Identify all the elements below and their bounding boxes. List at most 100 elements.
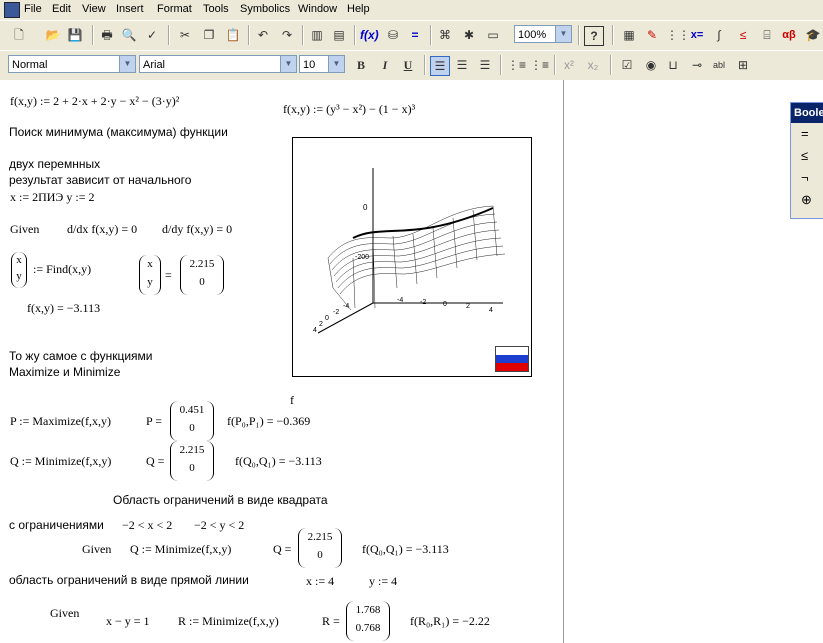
xy-result-vector[interactable]: 2.215 0	[180, 255, 224, 295]
bullets-icon[interactable]: ⋮≡	[507, 56, 526, 74]
function-definition-2[interactable]: f(x,y) := (y³ − x²) − (1 − x)³	[283, 102, 415, 117]
boolean-icon[interactable]: ≤	[734, 26, 752, 44]
zoom-select[interactable]: 100% ▼	[514, 25, 572, 43]
f-at-p[interactable]: f(P₀,P₁) = −0.369	[227, 414, 310, 429]
align-center-icon[interactable]: ☰	[453, 56, 471, 74]
redo-icon[interactable]: ↷	[278, 26, 296, 44]
find-lhs-vector[interactable]: xy	[11, 252, 27, 288]
xy-vector[interactable]: xy	[139, 255, 161, 295]
given-keyword[interactable]: Given	[82, 542, 111, 557]
find-call[interactable]: := Find(x,y)	[33, 262, 91, 277]
surface-plot[interactable]: 0 -200 -4 -2 0 2 4 -4 -2 0 2 4	[292, 137, 532, 377]
menu-format[interactable]: Format	[157, 3, 192, 15]
calculus-icon[interactable]: ∫	[710, 26, 728, 44]
numbering-icon[interactable]: ⋮≡	[530, 56, 549, 74]
copy-icon[interactable]: ❐	[200, 26, 218, 44]
y-assign[interactable]: y := 4	[369, 574, 397, 589]
component-icon[interactable]: ⌘	[436, 26, 454, 44]
align-left-icon[interactable]: ☰	[430, 56, 450, 76]
graph-icon[interactable]: ✎	[643, 26, 661, 44]
superscript-icon[interactable]: x²	[560, 56, 578, 74]
r-minimize[interactable]: R := Minimize(f,x,y)	[178, 614, 279, 629]
equal-button[interactable]: =	[791, 123, 823, 145]
insert-unit-icon[interactable]: ⛁	[384, 26, 402, 44]
style-select[interactable]: Normal ▼	[8, 55, 136, 73]
print-icon[interactable]: 🖶	[98, 26, 116, 44]
boolean-palette[interactable]: Boolean = ≤ ¬ ⊕	[790, 102, 823, 219]
programming-icon[interactable]: ⌸	[758, 26, 776, 44]
not-button[interactable]: ¬	[791, 167, 823, 189]
given-keyword[interactable]: Given	[10, 222, 39, 237]
undo-icon[interactable]: ↶	[254, 26, 272, 44]
menu-insert[interactable]: Insert	[116, 3, 144, 15]
q-result-vector[interactable]: 2.215 0	[170, 441, 214, 481]
italic-button[interactable]: I	[376, 56, 394, 74]
derivative-x[interactable]: d/dx f(x,y) = 0	[67, 222, 137, 237]
align-down-icon[interactable]: ▤	[330, 26, 348, 44]
align-right-icon[interactable]: ☰	[476, 56, 494, 74]
open-icon[interactable]: 📂	[44, 26, 62, 44]
label-control-icon[interactable]: abl	[710, 56, 728, 74]
align-icon[interactable]: ▥	[308, 26, 326, 44]
p-result-vector[interactable]: 0.451 0	[170, 401, 214, 441]
underline-button[interactable]: U	[399, 56, 417, 74]
save-icon[interactable]: 💾	[66, 26, 84, 44]
constraint-x[interactable]: −2 < x < 2	[122, 518, 172, 533]
text-region[interactable]: То жу самое с функциями	[9, 349, 152, 363]
calculator-icon[interactable]: ▦	[620, 26, 638, 44]
text-region[interactable]: область ограничений в виде прямой линии	[9, 573, 249, 587]
text-region[interactable]: Область ограничений в виде квадрата	[113, 493, 328, 507]
new-document-icon[interactable]: 🗋	[10, 26, 28, 44]
symbolic-icon[interactable]: 🎓	[804, 26, 822, 44]
p-maximize[interactable]: P := Maximize(f,x,y)	[10, 414, 111, 429]
cut-icon[interactable]: ✂	[176, 26, 194, 44]
menu-tools[interactable]: Tools	[203, 3, 229, 15]
checkbox-control-icon[interactable]: ☑	[618, 56, 636, 74]
q2-minimize[interactable]: Q := Minimize(f,x,y)	[130, 542, 231, 557]
resource-icon[interactable]: ✱	[460, 26, 478, 44]
r-result-vector[interactable]: 1.768 0.768	[346, 601, 390, 641]
x-assign[interactable]: x := 4	[306, 574, 334, 589]
font-select[interactable]: Arial ▼	[139, 55, 297, 73]
textbox-control-icon[interactable]: ⊔	[664, 56, 682, 74]
radio-control-icon[interactable]: ◉	[642, 56, 660, 74]
f-label[interactable]: f	[290, 393, 294, 408]
text-region[interactable]: Поиск минимума (максимума) функции	[9, 125, 228, 139]
font-size-select[interactable]: 10 ▼	[299, 55, 345, 73]
menu-edit[interactable]: Edit	[52, 3, 71, 15]
less-equal-button[interactable]: ≤	[791, 145, 823, 167]
boolean-palette-title[interactable]: Boolean	[791, 103, 823, 123]
help-icon[interactable]: ?	[584, 26, 604, 46]
derivative-y[interactable]: d/dy f(x,y) = 0	[162, 222, 232, 237]
line-constraint[interactable]: x − y = 1	[106, 614, 150, 629]
text-region[interactable]: результат зависит от начального	[9, 173, 191, 187]
q-minimize[interactable]: Q := Minimize(f,x,y)	[10, 454, 111, 469]
insert-function-icon[interactable]: f(x)	[360, 26, 379, 44]
constraint-y[interactable]: −2 < y < 2	[194, 518, 244, 533]
menu-help[interactable]: Help	[347, 3, 370, 15]
text-region[interactable]: двух перемнных	[9, 157, 100, 171]
xor-button[interactable]: ⊕	[791, 189, 823, 211]
greek-icon[interactable]: αβ	[780, 26, 798, 44]
window-icon[interactable]: ▭	[484, 26, 502, 44]
initial-values[interactable]: x := 2ПИЭ y := 2	[10, 190, 94, 205]
subscript-icon[interactable]: x₂	[584, 56, 602, 74]
menu-file[interactable]: File	[24, 3, 42, 15]
f-value[interactable]: f(x,y) = −3.113	[27, 301, 100, 316]
q2-result-vector[interactable]: 2.215 0	[298, 528, 342, 568]
menu-window[interactable]: Window	[298, 3, 337, 15]
menu-view[interactable]: View	[82, 3, 106, 15]
calculate-icon[interactable]: =	[406, 26, 424, 44]
f-at-q[interactable]: f(Q₀,Q₁) = −3.113	[235, 454, 322, 469]
listbox-control-icon[interactable]: ⊞	[734, 56, 752, 74]
f-at-q2[interactable]: f(Q₀,Q₁) = −3.113	[362, 542, 449, 557]
text-region[interactable]: с ограничениями	[9, 518, 104, 532]
matrix-icon[interactable]: ⋮⋮	[666, 26, 690, 44]
paste-icon[interactable]: 📋	[224, 26, 242, 44]
f-at-r[interactable]: f(R₀,R₁) = −2.22	[410, 614, 490, 629]
given-keyword[interactable]: Given	[50, 606, 79, 621]
slider-control-icon[interactable]: ⊸	[688, 56, 706, 74]
app-icon[interactable]	[4, 2, 20, 18]
function-definition[interactable]: f(x,y) := 2 + 2·x + 2·y − x² − (3·y)²	[10, 94, 179, 109]
text-region[interactable]: Maximize и Minimize	[9, 365, 120, 379]
